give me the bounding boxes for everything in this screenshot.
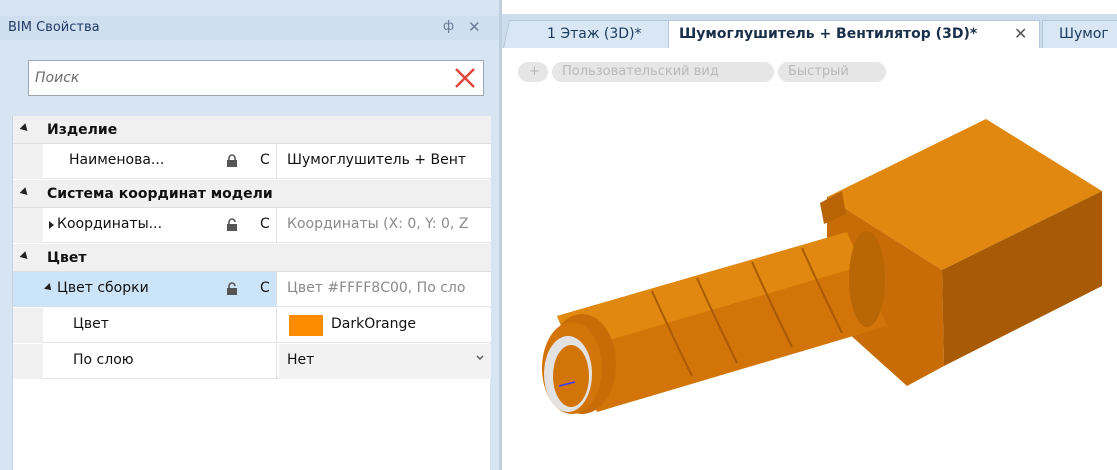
add-view-button[interactable]: +	[518, 62, 548, 82]
property-row-assembly-color[interactable]: Цвет сборки C Цвет #FFFF8C00, По сло	[13, 272, 491, 307]
panel-title: BIM Свойства	[8, 20, 100, 35]
clear-search-icon[interactable]	[453, 65, 477, 91]
tab-floor-1-3d[interactable]: 1 Этаж (3D)*	[503, 20, 679, 48]
property-row-coordinates[interactable]: Координаты... C Координаты (X: 0, Y: 0, …	[13, 208, 491, 243]
lock-icon	[227, 154, 237, 167]
silencer-model	[542, 231, 887, 414]
category-coordinate-system[interactable]: Система координат модели	[13, 180, 491, 208]
unlock-icon	[227, 218, 237, 231]
tab-silencer-fan-3d[interactable]: Шумоглушитель + Вентилятор (3D)* ✕	[668, 20, 1040, 48]
property-value: DarkOrange	[331, 316, 416, 332]
property-value: Нет	[287, 352, 315, 368]
property-value: Шумоглушитель + Вент	[287, 152, 467, 168]
collapse-icon[interactable]	[19, 123, 31, 134]
search-input[interactable]	[35, 68, 435, 88]
property-row-color[interactable]: Цвет DarkOrange	[13, 308, 491, 343]
document-area: 1 Этаж (3D)* Шумог Шумоглушитель + Венти…	[499, 0, 1117, 470]
category-label: Изделие	[47, 122, 118, 138]
collapse-icon[interactable]	[19, 251, 31, 262]
close-panel-icon[interactable]: ✕	[468, 18, 481, 36]
quick-view-button[interactable]: Быстрый	[778, 62, 886, 82]
property-name: Наименова...	[69, 152, 165, 168]
category-label: Система координат модели	[47, 186, 273, 202]
expand-icon[interactable]	[49, 221, 54, 229]
category-color[interactable]: Цвет	[13, 244, 491, 272]
property-row-by-layer[interactable]: По слою Нет	[13, 344, 491, 379]
color-swatch[interactable]	[289, 315, 323, 336]
bim-properties-panel: BIM Свойства ф ✕ Изделие Наименова... C	[0, 0, 499, 470]
property-row-name[interactable]: Наименова... C Шумоглушитель + Вент	[13, 144, 491, 179]
property-name: Цвет сборки	[57, 280, 149, 296]
collapse-icon[interactable]	[19, 187, 31, 198]
tab-silencer-partial[interactable]: Шумог	[1042, 20, 1117, 48]
custom-view-button[interactable]: Пользовательский вид	[552, 62, 774, 82]
unlock-icon	[227, 282, 237, 295]
3d-viewport[interactable]	[502, 86, 1117, 470]
property-name: Координаты...	[57, 216, 163, 232]
close-tab-icon[interactable]: ✕	[1014, 24, 1027, 43]
property-value: Цвет #FFFF8C00, По сло	[287, 280, 466, 296]
category-label: Цвет	[47, 250, 87, 266]
search-box	[28, 60, 484, 96]
property-name: Цвет	[73, 316, 109, 332]
chevron-down-icon[interactable]	[475, 353, 485, 363]
property-flag: C	[260, 280, 270, 296]
document-tabs: 1 Этаж (3D)* Шумог Шумоглушитель + Венти…	[502, 14, 1117, 48]
property-flag: C	[260, 152, 270, 168]
collapse-icon[interactable]	[44, 283, 54, 293]
property-name: По слою	[73, 352, 134, 368]
property-grid: Изделие Наименова... C Шумоглушитель + В…	[12, 116, 491, 470]
pin-icon[interactable]: ф	[443, 19, 454, 34]
panel-title-bar: BIM Свойства ф ✕	[0, 16, 499, 40]
property-value: Координаты (X: 0, Y: 0, Z	[287, 216, 469, 232]
property-flag: C	[260, 216, 270, 232]
category-product[interactable]: Изделие	[13, 116, 491, 144]
by-layer-select[interactable]: Нет	[279, 344, 491, 379]
